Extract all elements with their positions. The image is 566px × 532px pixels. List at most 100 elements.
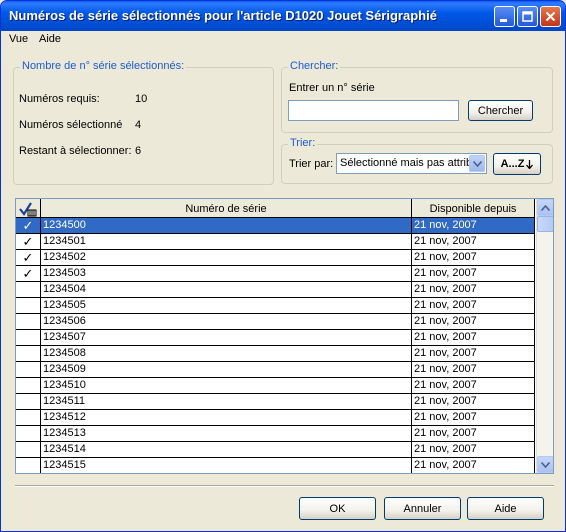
search-group: Chercher: Entrer un n° série Chercher — [281, 60, 553, 133]
selected-value: 4 — [135, 119, 142, 131]
selection-count-group: Nombre de n° série sélectionnés: Numéros… — [13, 60, 274, 185]
table-row[interactable]: 1234515 21 nov, 2007 — [16, 458, 535, 473]
sort-by-select[interactable]: Sélectionné mais pas attrib — [336, 153, 487, 174]
date-cell: 21 nov, 2007 — [412, 234, 535, 250]
serial-cell: 1234504 — [41, 282, 412, 298]
list-rows: ✓ 1234500 21 nov, 2007 ✓ 1234501 21 nov, 2007… — [16, 218, 535, 473]
table-row[interactable]: ✓ 1234501 21 nov, 2007 — [16, 234, 535, 250]
checkbox-column-icon — [19, 201, 37, 216]
search-button[interactable]: Chercher — [468, 100, 533, 121]
serial-column-header[interactable]: Numéro de série — [41, 199, 412, 218]
date-cell: 21 nov, 2007 — [412, 346, 535, 362]
separator — [15, 485, 554, 487]
serial-search-input[interactable] — [288, 100, 459, 121]
help-button[interactable]: Aide — [467, 497, 544, 520]
scroll-thumb[interactable] — [537, 216, 553, 232]
checkbox-cell[interactable] — [16, 282, 41, 298]
scroll-down-icon — [541, 461, 550, 468]
date-cell: 21 nov, 2007 — [412, 458, 535, 473]
serial-cell: 1234509 — [41, 362, 412, 378]
table-row[interactable]: 1234513 21 nov, 2007 — [16, 426, 535, 442]
date-cell: 21 nov, 2007 — [412, 442, 535, 458]
table-row[interactable]: 1234509 21 nov, 2007 — [16, 362, 535, 378]
window-title: Numéros de série sélectionnés pour l'art… — [9, 8, 437, 23]
date-cell: 21 nov, 2007 — [412, 282, 535, 298]
table-row[interactable]: ✓ 1234502 21 nov, 2007 — [16, 250, 535, 266]
checkbox-cell[interactable] — [16, 314, 41, 330]
serial-number-list[interactable]: Numéro de série Disponible depuis ✓ 12345… — [15, 198, 554, 474]
table-row[interactable]: 1234511 21 nov, 2007 — [16, 394, 535, 410]
table-row[interactable]: 1234506 21 nov, 2007 — [16, 314, 535, 330]
checkbox-cell[interactable] — [16, 346, 41, 362]
scroll-up-icon — [541, 204, 550, 211]
table-row[interactable]: 1234504 21 nov, 2007 — [16, 282, 535, 298]
serial-cell: 1234507 — [41, 330, 412, 346]
date-cell: 21 nov, 2007 — [412, 330, 535, 346]
serial-cell: 1234515 — [41, 458, 412, 473]
date-cell: 21 nov, 2007 — [412, 394, 535, 410]
checkbox-cell[interactable] — [16, 458, 41, 473]
vertical-scrollbar[interactable] — [536, 199, 553, 473]
close-button[interactable] — [540, 6, 561, 27]
remaining-label: Restant à sélectionner: — [19, 145, 132, 157]
checkbox-cell[interactable] — [16, 394, 41, 410]
checkbox-cell[interactable] — [16, 298, 41, 314]
dropdown-arrow-icon[interactable] — [469, 155, 485, 172]
scroll-up-button[interactable] — [537, 199, 553, 216]
menu-bar: Vue Aide — [1, 31, 565, 48]
close-icon — [545, 11, 556, 22]
date-cell: 21 nov, 2007 — [412, 378, 535, 394]
menu-vue[interactable]: Vue — [9, 33, 28, 45]
search-legend: Chercher: — [288, 60, 341, 72]
checkbox-cell[interactable] — [16, 378, 41, 394]
date-cell: 21 nov, 2007 — [412, 426, 535, 442]
remaining-value: 6 — [135, 145, 142, 157]
table-row[interactable]: 1234507 21 nov, 2007 — [16, 330, 535, 346]
date-cell: 21 nov, 2007 — [412, 250, 535, 266]
list-header: Numéro de série Disponible depuis — [16, 199, 535, 218]
required-value: 10 — [135, 93, 148, 105]
table-row[interactable]: ✓ 1234503 21 nov, 2007 — [16, 266, 535, 282]
checkbox-cell[interactable] — [16, 442, 41, 458]
table-row[interactable]: 1234512 21 nov, 2007 — [16, 410, 535, 426]
table-row[interactable]: 1234505 21 nov, 2007 — [16, 298, 535, 314]
maximize-button[interactable] — [517, 6, 538, 27]
cancel-button[interactable]: Annuler — [384, 497, 461, 520]
table-row[interactable]: 1234514 21 nov, 2007 — [16, 442, 535, 458]
checkmark-icon[interactable]: ✓ — [16, 218, 41, 234]
checkmark-icon[interactable]: ✓ — [16, 250, 41, 266]
date-column-header[interactable]: Disponible depuis — [412, 199, 535, 218]
date-cell: 21 nov, 2007 — [412, 218, 535, 234]
selection-count-legend: Nombre de n° série sélectionnés: — [20, 60, 187, 72]
checkbox-cell[interactable] — [16, 426, 41, 442]
date-cell: 21 nov, 2007 — [412, 410, 535, 426]
selected-label: Numéros sélectionné — [19, 119, 123, 131]
serial-cell: 1234502 — [41, 250, 412, 266]
sort-group: Trier: Trier par: Sélectionné mais pas a… — [281, 137, 553, 184]
table-row[interactable]: 1234508 21 nov, 2007 — [16, 346, 535, 362]
serial-cell: 1234513 — [41, 426, 412, 442]
checkbox-column-header[interactable] — [16, 199, 41, 218]
checkbox-cell[interactable] — [16, 362, 41, 378]
checkbox-cell[interactable] — [16, 410, 41, 426]
table-row[interactable]: ✓ 1234500 21 nov, 2007 — [16, 218, 535, 234]
search-prompt: Entrer un n° série — [289, 82, 375, 94]
sort-order-button[interactable]: A...Z — [493, 153, 541, 175]
checkmark-icon[interactable]: ✓ — [16, 266, 41, 282]
checkbox-cell[interactable] — [16, 330, 41, 346]
title-bar[interactable]: Numéros de série sélectionnés pour l'art… — [1, 1, 565, 31]
serial-cell: 1234503 — [41, 266, 412, 282]
menu-aide[interactable]: Aide — [39, 33, 61, 45]
checkmark-icon[interactable]: ✓ — [16, 234, 41, 250]
dialog-window: Numéros de série sélectionnés pour l'art… — [0, 0, 566, 532]
maximize-icon — [522, 11, 533, 22]
sort-arrow-icon — [526, 159, 534, 169]
date-cell: 21 nov, 2007 — [412, 298, 535, 314]
table-row[interactable]: 1234510 21 nov, 2007 — [16, 378, 535, 394]
minimize-button[interactable] — [494, 6, 515, 27]
serial-cell: 1234508 — [41, 346, 412, 362]
ok-button[interactable]: OK — [299, 497, 376, 520]
date-cell: 21 nov, 2007 — [412, 314, 535, 330]
scroll-down-button[interactable] — [537, 456, 553, 473]
sort-by-value: Sélectionné mais pas attrib — [340, 157, 470, 169]
